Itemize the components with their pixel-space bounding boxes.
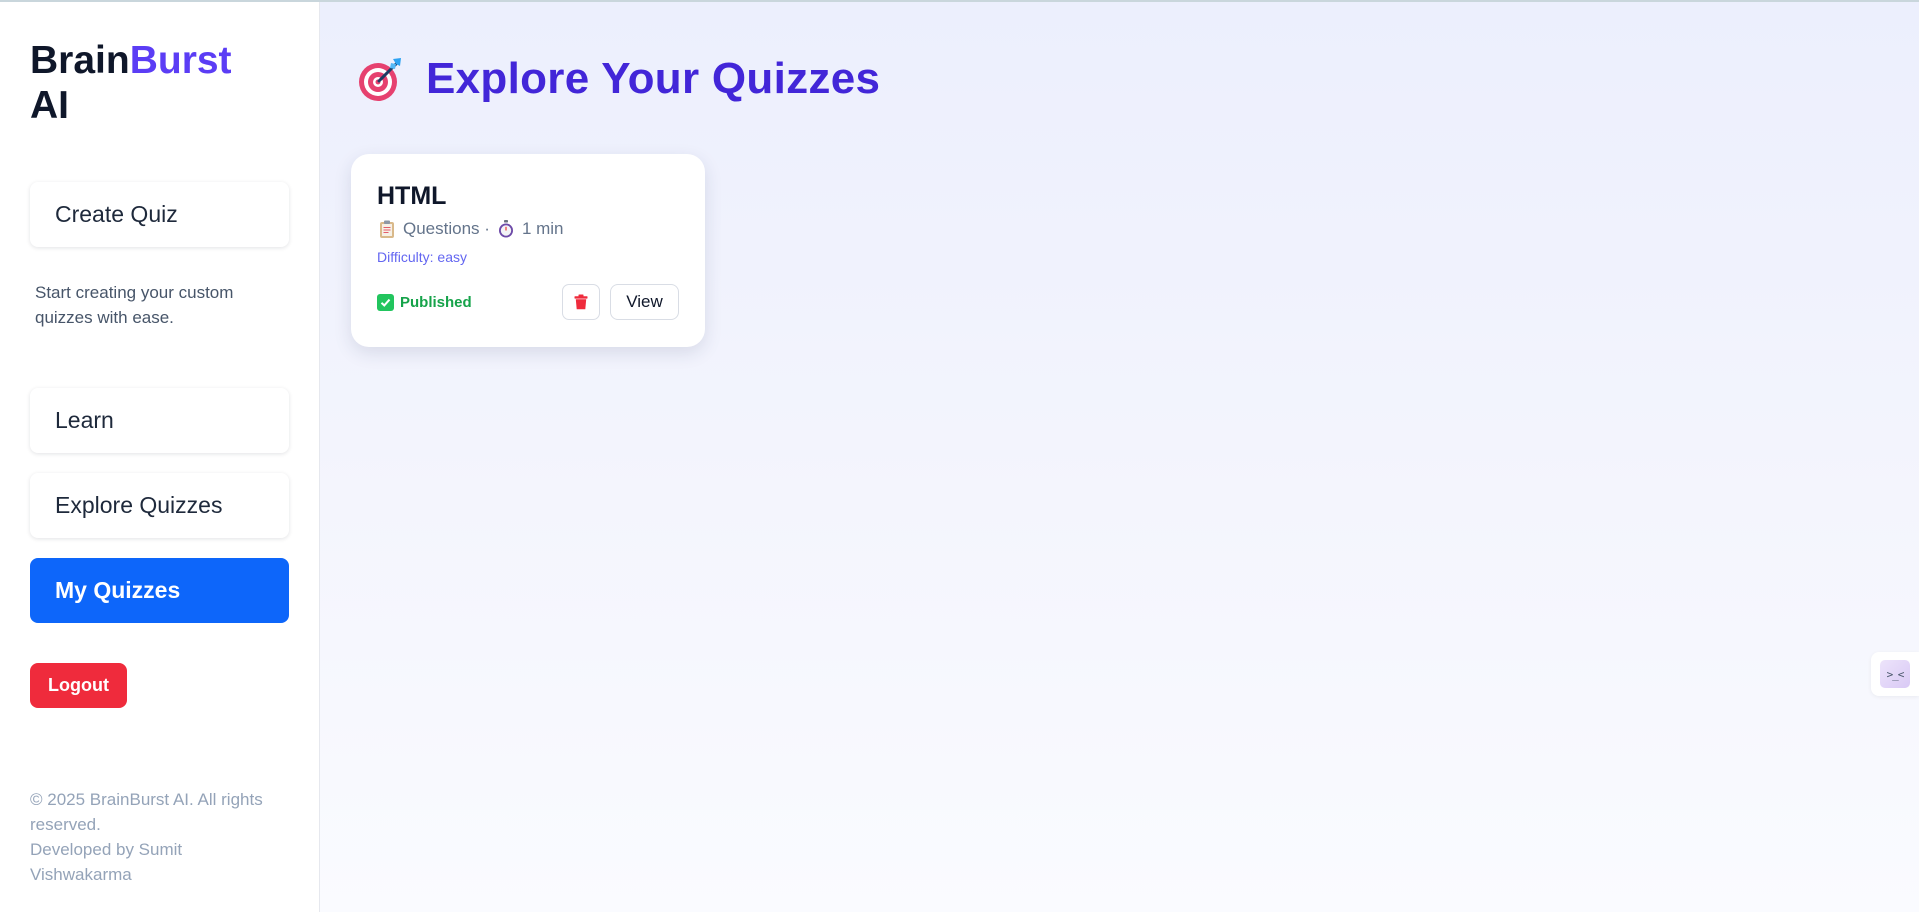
quiz-meta: Questions · 1 min: [377, 219, 679, 239]
brand-name-part1: Brain: [30, 39, 130, 82]
trash-icon: [574, 294, 588, 310]
quiz-duration: 1 min: [521, 219, 564, 238]
create-quiz-description: Start creating your custom quizzes with …: [35, 283, 234, 327]
sidebar-item-label: My Quizzes: [55, 577, 181, 603]
quiz-title: HTML: [377, 182, 447, 210]
sidebar-item-explore-quizzes[interactable]: Explore Quizzes: [30, 473, 289, 538]
developer-credit: Developed by Sumit Vishwakarma: [30, 840, 183, 884]
copyright-text: © 2025 BrainBurst AI. All rights reserve…: [30, 790, 263, 834]
sidebar-item-learn[interactable]: Learn: [30, 388, 289, 453]
brand-logo: BrainBurst AI: [30, 38, 289, 128]
status-text: Published: [400, 293, 472, 311]
page-header: Explore Your Quizzes: [356, 54, 880, 104]
sidebar-footer: © 2025 BrainBurst AI. All rights reserve…: [30, 787, 280, 887]
target-icon: [359, 58, 401, 101]
page-title: Explore Your Quizzes: [426, 54, 881, 103]
floating-helper-widget[interactable]: >_<: [1871, 652, 1919, 696]
stopwatch-icon: [498, 220, 513, 238]
sidebar-item-label: Explore Quizzes: [55, 492, 223, 518]
brand-name-part2: Burst: [129, 39, 232, 82]
logout-button[interactable]: Logout: [30, 663, 127, 708]
quiz-card: HTML Questions · 1 min Difficulty: easy …: [351, 154, 705, 347]
quiz-difficulty: Difficulty: easy: [377, 249, 467, 265]
create-quiz-label: Create Quiz: [55, 201, 178, 227]
quiz-questions-label: Questions ·: [403, 219, 490, 238]
sidebar-item-label: Learn: [55, 407, 114, 433]
app-root: BrainBurst AI Create Quiz Start creating…: [0, 0, 1919, 912]
brand-name-line2: AI: [30, 84, 69, 127]
clipboard-icon: [380, 220, 394, 238]
sidebar-item-my-quizzes[interactable]: My Quizzes: [30, 558, 289, 623]
quiz-actions: View: [562, 284, 679, 320]
view-quiz-button[interactable]: View: [610, 284, 679, 320]
main-content: Explore Your Quizzes HTML Questions · 1 …: [320, 2, 1919, 912]
create-quiz-button[interactable]: Create Quiz: [30, 182, 289, 247]
quiz-card-footer: Published View: [377, 284, 679, 320]
delete-quiz-button[interactable]: [562, 284, 600, 320]
helper-face-icon: >_<: [1880, 660, 1910, 688]
check-icon: [377, 293, 394, 311]
sidebar: BrainBurst AI Create Quiz Start creating…: [0, 2, 320, 912]
status-badge: Published: [377, 293, 472, 311]
